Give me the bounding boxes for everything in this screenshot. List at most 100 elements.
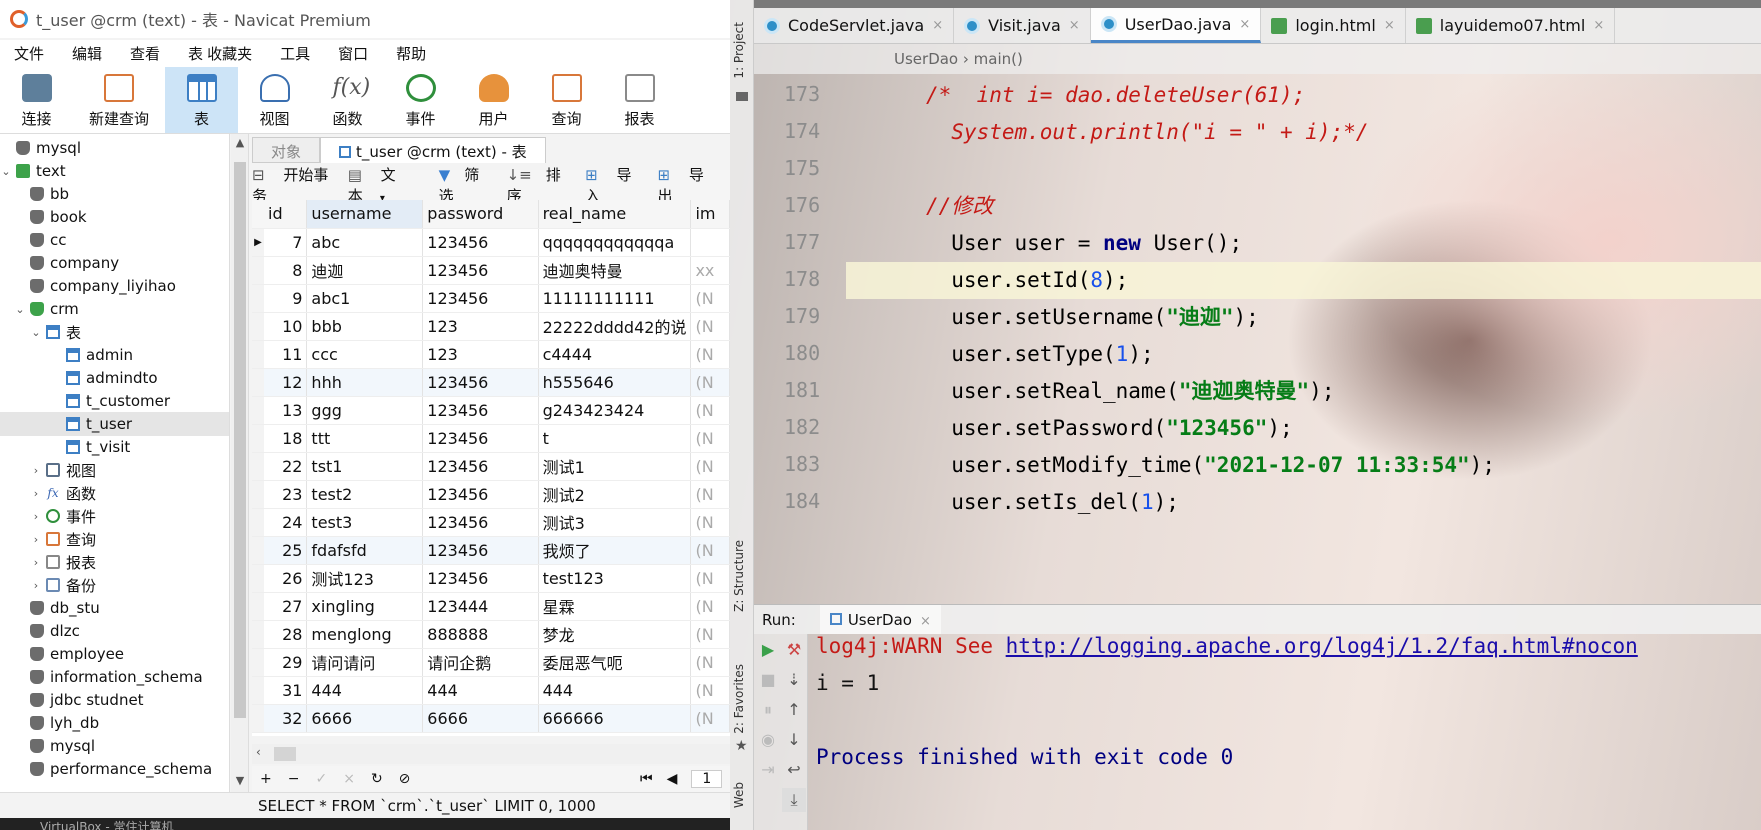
table-cell[interactable]: 123444 bbox=[422, 592, 539, 621]
editor-tab[interactable]: CodeServlet.java × bbox=[754, 8, 955, 43]
table-row[interactable]: 25 fdafsfd 123456 我烦了 (N bbox=[252, 536, 730, 565]
table-cell[interactable]: 123456 bbox=[422, 228, 539, 257]
row-selector[interactable] bbox=[252, 620, 264, 647]
delete-record-icon[interactable]: − bbox=[288, 771, 300, 787]
apply-icon[interactable]: ✓ bbox=[315, 771, 327, 787]
table-cell[interactable]: xingling bbox=[306, 592, 424, 621]
row-selector[interactable] bbox=[252, 284, 264, 311]
table-cell[interactable]: 24 bbox=[252, 508, 308, 537]
table-cell[interactable]: 888888 bbox=[422, 620, 539, 649]
row-selector[interactable] bbox=[252, 312, 264, 339]
page-number[interactable]: 1 bbox=[691, 770, 723, 788]
structure-tool-button[interactable]: Z: Structure bbox=[732, 540, 746, 612]
add-record-icon[interactable]: + bbox=[260, 771, 272, 787]
table-row[interactable]: 26 测试123 123456 test123 (N bbox=[252, 564, 730, 593]
previous-page-icon[interactable]: ◀ bbox=[667, 771, 678, 787]
chevron-right-icon[interactable]: › bbox=[30, 464, 42, 477]
scroll-to-end-icon[interactable]: ⤓ bbox=[782, 788, 806, 812]
tree-scrollbar[interactable]: ▲ ▼ bbox=[231, 134, 249, 798]
table-cell[interactable]: 11 bbox=[252, 340, 308, 369]
editor-tab[interactable]: layuidemo07.html × bbox=[1406, 8, 1616, 43]
tree-item-db[interactable]: lyh_db bbox=[0, 711, 229, 735]
table-cell[interactable]: 123 bbox=[422, 312, 539, 341]
menu-table[interactable]: 表 bbox=[174, 43, 205, 64]
tree-item-table[interactable]: admindto bbox=[0, 366, 229, 390]
table-cell[interactable]: 测试123 bbox=[306, 564, 424, 593]
tree-item-events[interactable]: › 事件 bbox=[0, 504, 229, 528]
table-cell[interactable]: (N bbox=[690, 648, 730, 677]
favorites-tool-button[interactable]: 2: Favorites bbox=[732, 664, 746, 734]
table-row[interactable]: 12 hhh 123456 h555646 (N bbox=[252, 368, 730, 397]
chevron-down-icon[interactable]: ⌄ bbox=[0, 165, 12, 178]
first-page-icon[interactable]: ⏮ bbox=[640, 771, 653, 787]
row-selector[interactable] bbox=[252, 368, 264, 395]
menu-tools[interactable]: 工具 bbox=[266, 43, 324, 64]
query-button[interactable]: 查询 bbox=[530, 67, 603, 133]
column-header-password[interactable]: password bbox=[422, 200, 539, 229]
table-cell[interactable]: xx bbox=[690, 256, 730, 285]
editor-tab[interactable]: Visit.java × bbox=[954, 8, 1091, 43]
table-cell[interactable]: test3 bbox=[306, 508, 424, 537]
table-cell[interactable]: (N bbox=[690, 312, 730, 341]
table-row[interactable]: ▶ 7 abc 123456 qqqqqqqqqqqqa bbox=[252, 228, 730, 257]
tree-item-queries[interactable]: › 查询 bbox=[0, 527, 229, 551]
discard-icon[interactable]: × bbox=[343, 771, 355, 787]
tree-item-db[interactable]: company bbox=[0, 251, 229, 275]
close-icon[interactable]: × bbox=[920, 614, 931, 629]
tree-item-text-conn[interactable]: ⌄ text bbox=[0, 159, 229, 183]
table-row[interactable]: 9 abc1 123456 11111111111 (N bbox=[252, 284, 730, 313]
table-row[interactable]: 8 迪迦 123456 迪迦奥特曼 xx bbox=[252, 256, 730, 285]
breadcrumb-class[interactable]: UserDao bbox=[894, 50, 958, 68]
table-cell[interactable]: (N bbox=[690, 676, 730, 705]
run-tab[interactable]: UserDao × bbox=[819, 605, 941, 634]
table-cell[interactable]: 444 bbox=[538, 676, 692, 705]
close-icon[interactable]: × bbox=[1384, 18, 1395, 33]
table-cell[interactable]: ggg bbox=[306, 396, 424, 425]
table-cell[interactable]: 10 bbox=[252, 312, 308, 341]
tree-item-db[interactable]: employee bbox=[0, 642, 229, 666]
web-tool-button[interactable]: Web bbox=[732, 782, 746, 808]
close-icon[interactable]: × bbox=[1069, 18, 1080, 33]
tree-item-mysql-conn[interactable]: mysql bbox=[0, 136, 229, 160]
table-cell[interactable]: 18 bbox=[252, 424, 308, 453]
tree-item-db[interactable]: performance_schema bbox=[0, 757, 229, 781]
table-row[interactable]: 10 bbb 123 22222dddd42的说 (N bbox=[252, 312, 730, 341]
tree-item-backups[interactable]: › 备份 bbox=[0, 573, 229, 597]
table-cell[interactable]: 26 bbox=[252, 564, 308, 593]
tree-item-db[interactable]: company_liyihao bbox=[0, 274, 229, 298]
table-cell[interactable]: 梦龙 bbox=[538, 620, 692, 649]
chevron-right-icon[interactable]: › bbox=[30, 556, 42, 569]
table-row[interactable]: 24 test3 123456 测试3 (N bbox=[252, 508, 730, 537]
row-selector[interactable] bbox=[252, 648, 264, 675]
menu-help[interactable]: 帮助 bbox=[382, 43, 440, 64]
tree-item-db[interactable]: bb bbox=[0, 182, 229, 206]
table-cell[interactable]: 444 bbox=[422, 676, 539, 705]
event-button[interactable]: 事件 bbox=[384, 67, 457, 133]
table-cell[interactable]: 123456 bbox=[422, 508, 539, 537]
row-selector[interactable] bbox=[252, 592, 264, 619]
editor-tab-active[interactable]: UserDao.java × bbox=[1090, 8, 1262, 43]
row-selector[interactable] bbox=[252, 480, 264, 507]
table-cell[interactable]: 123456 bbox=[422, 284, 539, 313]
table-cell[interactable]: ttt bbox=[306, 424, 424, 453]
table-cell[interactable]: qqqqqqqqqqqqa bbox=[538, 228, 692, 257]
table-cell[interactable]: (N bbox=[690, 424, 730, 453]
tree-item-db[interactable]: db_stu bbox=[0, 596, 229, 620]
table-cell[interactable]: (N bbox=[690, 480, 730, 509]
close-icon[interactable]: × bbox=[1239, 17, 1250, 32]
table-cell[interactable]: 8 bbox=[252, 256, 308, 285]
table-cell[interactable]: 6666 bbox=[422, 704, 539, 733]
row-selector[interactable] bbox=[252, 704, 264, 731]
table-cell[interactable]: (N bbox=[690, 284, 730, 313]
table-row[interactable]: 27 xingling 123444 星霖 (N bbox=[252, 592, 730, 621]
column-header-real-name[interactable]: real_name bbox=[538, 200, 692, 229]
tree-item-table[interactable]: t_customer bbox=[0, 389, 229, 413]
table-cell[interactable]: ccc bbox=[306, 340, 424, 369]
table-cell[interactable]: abc1 bbox=[306, 284, 424, 313]
table-cell[interactable]: (N bbox=[690, 620, 730, 649]
menu-view[interactable]: 查看 bbox=[116, 43, 174, 64]
row-selector[interactable] bbox=[252, 536, 264, 563]
row-selector[interactable] bbox=[252, 676, 264, 703]
table-cell[interactable]: 22222dddd42的说 bbox=[538, 312, 692, 341]
row-selector[interactable] bbox=[252, 340, 264, 367]
